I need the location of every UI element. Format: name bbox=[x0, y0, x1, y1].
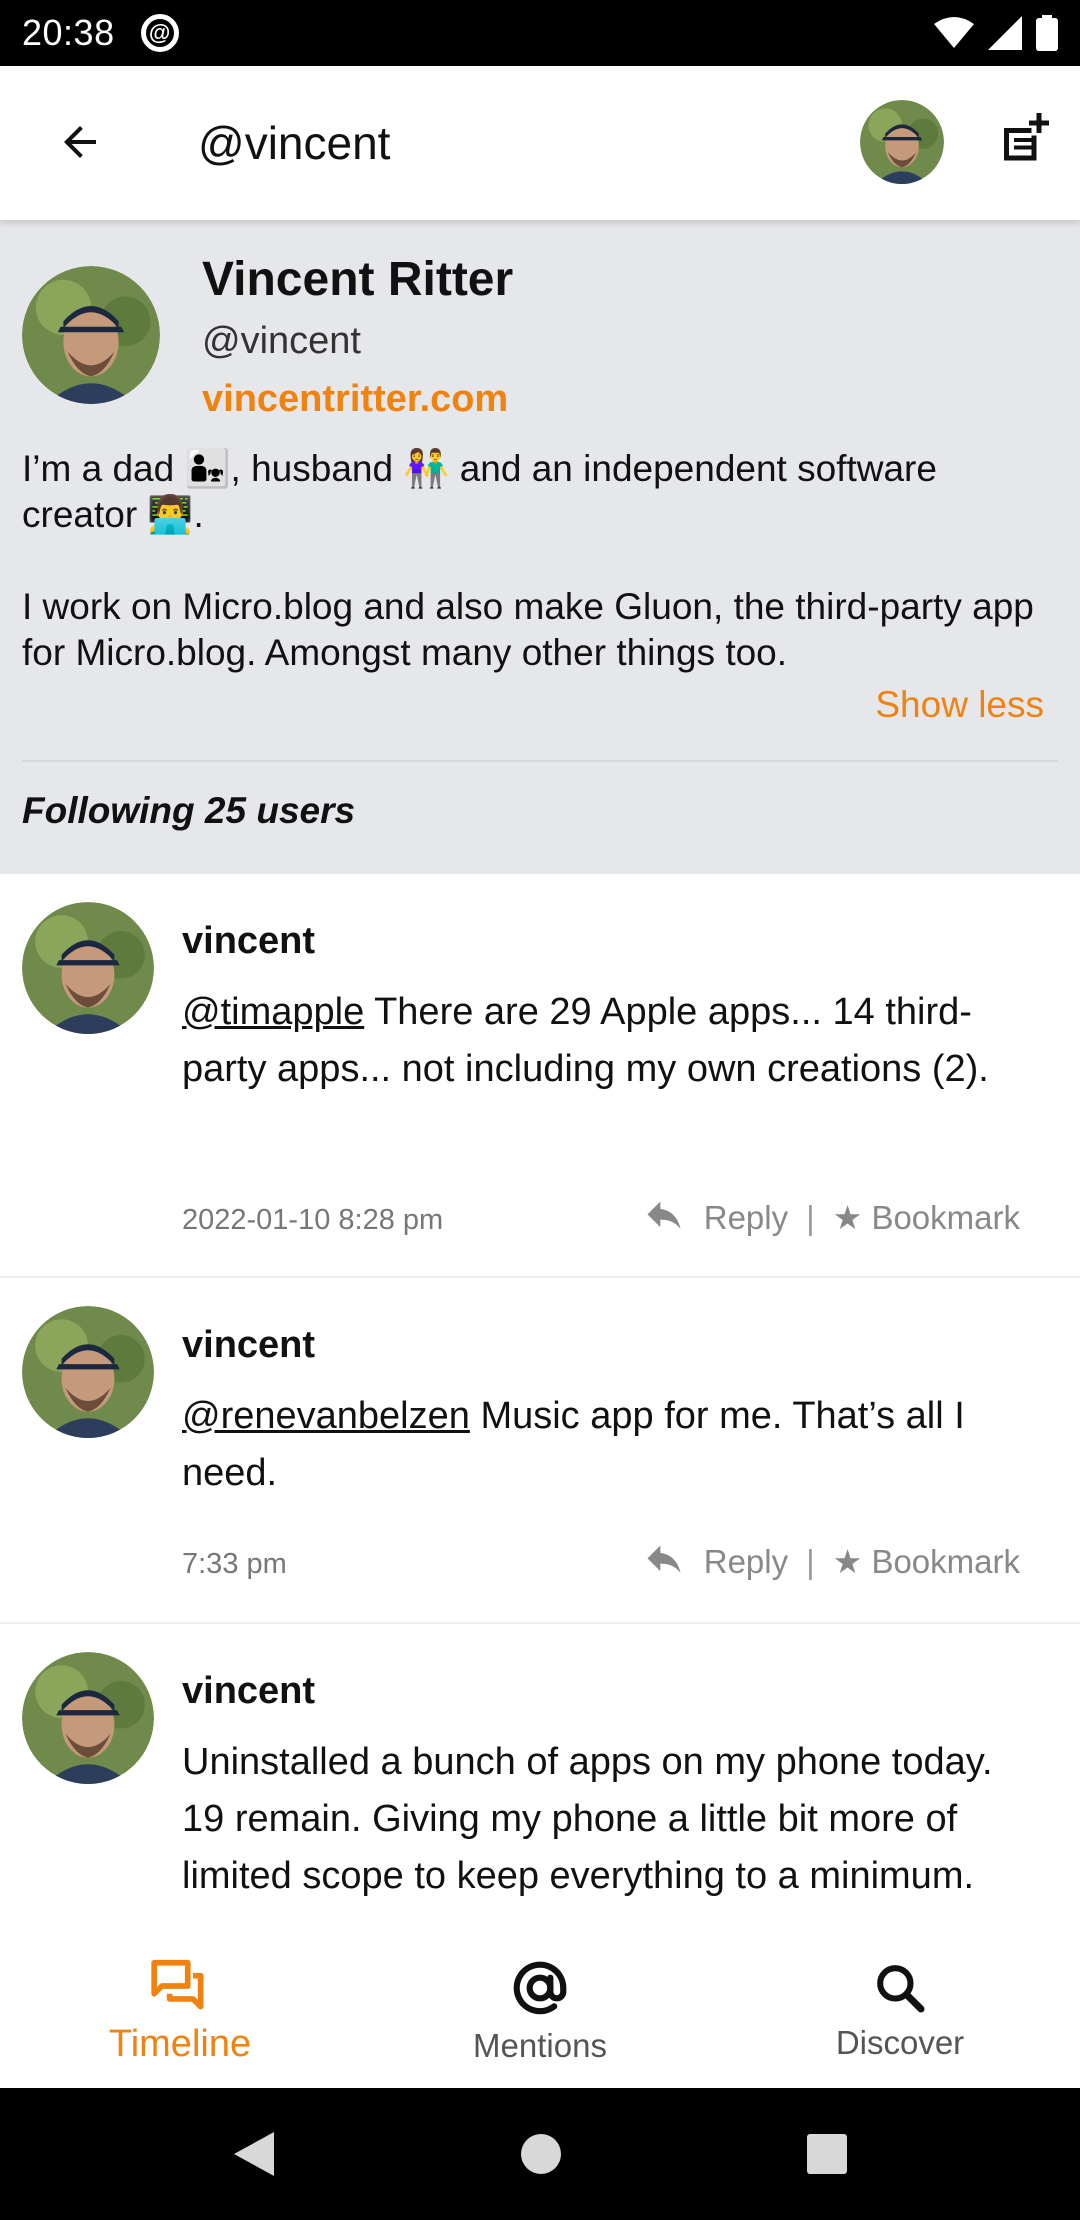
reply-icon bbox=[647, 1545, 681, 1573]
action-separator: | bbox=[806, 1542, 815, 1580]
nav-label: Discover bbox=[835, 2024, 965, 2061]
back-button[interactable] bbox=[44, 106, 116, 178]
status-time: 20:38 bbox=[22, 12, 115, 53]
at-notification-icon: @ bbox=[140, 14, 179, 52]
post-item[interactable]: vincent Uninstalled a bunch of apps on m… bbox=[0, 1624, 1080, 1934]
post-actions: Reply | ★ Bookmark bbox=[642, 1198, 1020, 1237]
profile-handle: @vincent bbox=[202, 320, 361, 362]
nav-mentions[interactable]: Mentions bbox=[360, 1934, 720, 2088]
user-avatar-button[interactable] bbox=[860, 100, 944, 184]
post-author[interactable]: vincent bbox=[182, 1670, 315, 1713]
bio-paragraph: I work on Micro.blog and also make Gluon… bbox=[22, 586, 1034, 673]
post-avatar[interactable] bbox=[22, 1652, 154, 1784]
page-title: @vincent bbox=[198, 117, 391, 169]
bio-paragraph: I’m a dad 👨‍👧, husband 👫 and an independ… bbox=[22, 448, 937, 535]
nav-label: Timeline bbox=[108, 2022, 252, 2065]
system-navigation-bar bbox=[0, 2088, 1080, 2220]
divider bbox=[22, 760, 1058, 762]
post-actions: Reply | ★ Bookmark bbox=[642, 1542, 1020, 1581]
post-item[interactable]: vincent @renevanbelzen Music app for me.… bbox=[0, 1278, 1080, 1624]
post-feed[interactable]: vincent @timapple There are 29 Apple app… bbox=[0, 874, 1080, 1934]
search-icon bbox=[877, 1965, 925, 2013]
post-text: Uninstalled a bunch of apps on my phone … bbox=[182, 1741, 993, 1897]
recents-square-icon[interactable] bbox=[806, 2133, 848, 2175]
wifi-icon bbox=[934, 17, 974, 48]
post-body: @timapple There are 29 Apple apps... 14 … bbox=[182, 984, 1032, 1098]
bookmark-button[interactable]: ★ Bookmark bbox=[833, 1198, 1020, 1237]
bottom-navigation: Timeline Mentions Discover bbox=[0, 1934, 1080, 2088]
reply-button[interactable]: Reply bbox=[704, 1543, 788, 1581]
reply-button[interactable]: Reply bbox=[704, 1199, 788, 1237]
signal-icon bbox=[988, 16, 1022, 50]
profile-website-link[interactable]: vincentritter.com bbox=[202, 378, 508, 421]
timeline-chat-icon bbox=[151, 1959, 204, 2010]
post-author[interactable]: vincent bbox=[182, 1324, 315, 1367]
post-author[interactable]: vincent bbox=[182, 920, 315, 963]
post-body: @renevanbelzen Music app for me. That’s … bbox=[182, 1388, 1032, 1502]
status-icons bbox=[934, 15, 1058, 51]
profile-avatar bbox=[22, 266, 160, 404]
bookmark-button[interactable]: ★ Bookmark bbox=[833, 1542, 1020, 1581]
profile-name: Vincent Ritter bbox=[202, 253, 514, 306]
home-circle-icon[interactable] bbox=[519, 2132, 563, 2176]
compose-post-button[interactable] bbox=[994, 108, 1058, 176]
arrow-back-icon bbox=[64, 126, 96, 158]
mention-link[interactable]: @renevanbelzen bbox=[182, 1395, 470, 1437]
post-body: Uninstalled a bunch of apps on my phone … bbox=[182, 1734, 1032, 1905]
reply-icon bbox=[647, 1201, 681, 1229]
mention-link[interactable]: @timapple bbox=[182, 991, 364, 1033]
following-count-link[interactable]: Following 25 users bbox=[22, 790, 355, 832]
top-app-bar: @vincent bbox=[0, 66, 1080, 220]
post-item[interactable]: vincent @timapple There are 29 Apple app… bbox=[0, 874, 1080, 1278]
battery-icon bbox=[1036, 15, 1058, 51]
status-bar: 20:38 @ bbox=[0, 0, 1080, 66]
post-avatar[interactable] bbox=[22, 902, 154, 1034]
at-sign-icon bbox=[513, 1961, 567, 2015]
show-less-button[interactable]: Show less bbox=[875, 684, 1044, 726]
nav-label: Mentions bbox=[473, 2027, 607, 2064]
nav-discover[interactable]: Discover bbox=[720, 1934, 1080, 2088]
profile-header: Vincent Ritter @vincent vincentritter.co… bbox=[0, 220, 1080, 874]
post-avatar[interactable] bbox=[22, 1306, 154, 1438]
action-separator: | bbox=[806, 1198, 815, 1236]
nav-timeline[interactable]: Timeline bbox=[0, 1934, 360, 2088]
profile-bio: I’m a dad 👨‍👧, husband 👫 and an independ… bbox=[22, 446, 1042, 722]
post-timestamp[interactable]: 2022-01-10 8:28 pm bbox=[182, 1204, 443, 1237]
post-timestamp[interactable]: 7:33 pm bbox=[182, 1548, 287, 1581]
note-add-icon bbox=[1004, 113, 1049, 161]
back-triangle-icon[interactable] bbox=[232, 2130, 276, 2178]
